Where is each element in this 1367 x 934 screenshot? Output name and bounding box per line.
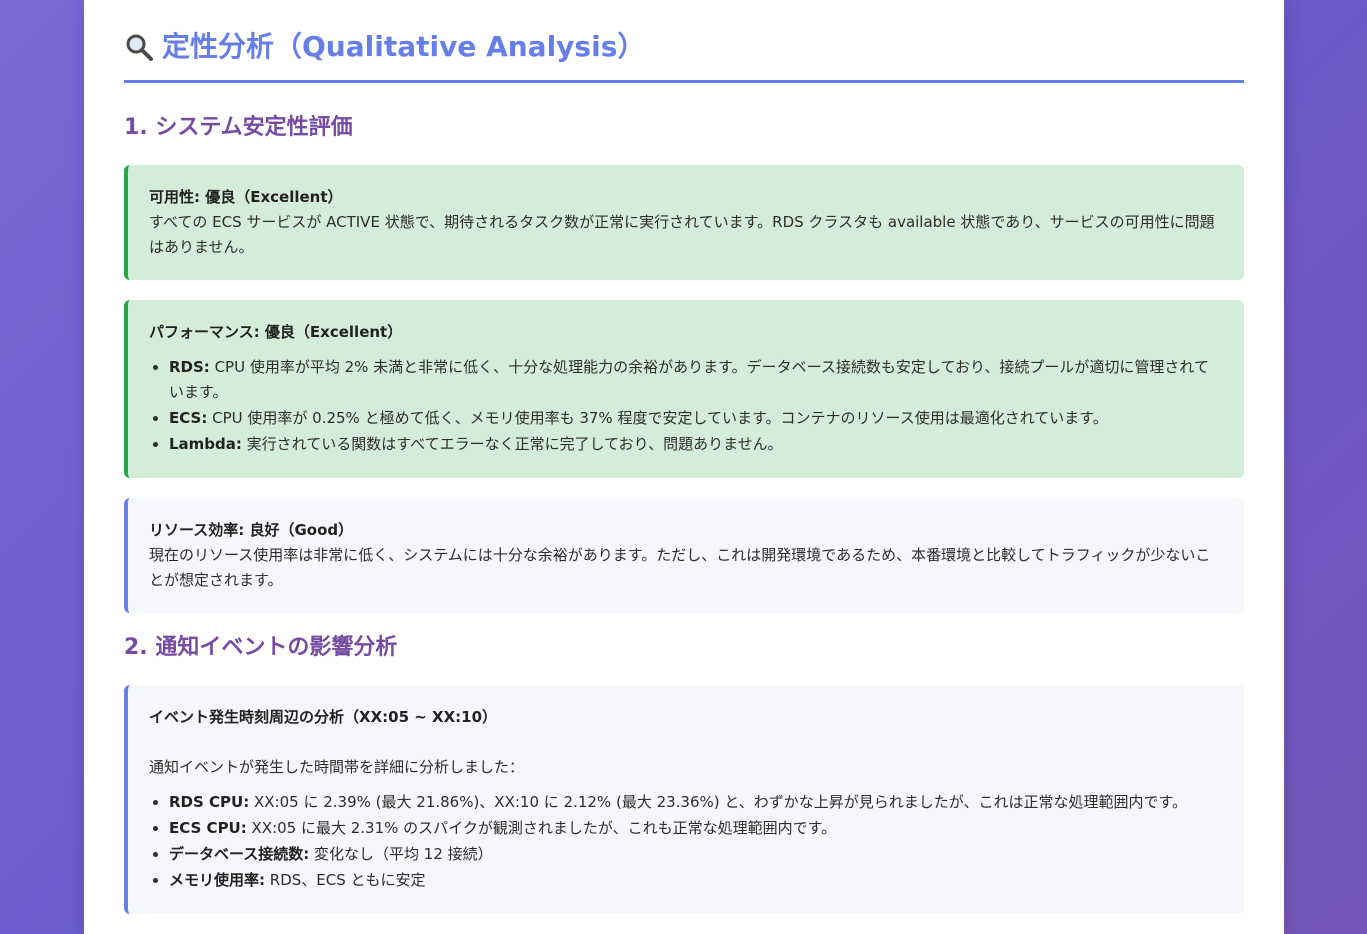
item-text: CPU 使用率が平均 2% 未満と非常に低く、十分な処理能力の余裕があります。デ… <box>169 358 1209 401</box>
list-item: ECS: CPU 使用率が 0.25% と極めて低く、メモリ使用率も 37% 程… <box>169 406 1222 431</box>
efficiency-text: 現在のリソース使用率は非常に低く、システムには十分な余裕があります。ただし、これ… <box>149 546 1211 589</box>
availability-text: すべての ECS サービスが ACTIVE 状態で、期待されるタスク数が正常に実… <box>149 213 1215 256</box>
report-content: 定性分析（Qualitative Analysis） 1. システム安定性評価 … <box>84 0 1284 914</box>
section-2-heading: 2. 通知イベントの影響分析 <box>124 635 398 660</box>
item-label: メモリ使用率: <box>169 871 265 889</box>
report-page: 定性分析（Qualitative Analysis） 1. システム安定性評価 … <box>84 0 1284 934</box>
item-text: XX:05 に最大 2.31% のスパイクが観測されましたが、これも正常な処理範… <box>246 819 837 837</box>
list-item: メモリ使用率: RDS、ECS ともに安定 <box>169 868 1222 893</box>
item-label: ECS: <box>169 409 208 427</box>
availability-card: 可用性: 優良（Excellent） すべての ECS サービスが ACTIVE… <box>124 165 1244 280</box>
item-label: ECS CPU: <box>169 819 247 837</box>
list-item: RDS: CPU 使用率が平均 2% 未満と非常に低く、十分な処理能力の余裕があ… <box>169 355 1222 405</box>
page-title-text: 定性分析（Qualitative Analysis） <box>162 30 646 63</box>
item-label: Lambda: <box>169 435 242 453</box>
availability-title: 可用性: 優良（Excellent） <box>149 188 343 206</box>
performance-card: パフォーマンス: 優良（Excellent） RDS: CPU 使用率が平均 2… <box>124 300 1244 478</box>
performance-title: パフォーマンス: 優良（Excellent） <box>149 323 403 341</box>
item-text: XX:05 に 2.39% (最大 21.86%)、XX:10 に 2.12% … <box>249 793 1187 811</box>
item-label: データベース接続数: <box>169 845 310 863</box>
list-item: RDS CPU: XX:05 に 2.39% (最大 21.86%)、XX:10… <box>169 790 1222 815</box>
item-text: 変化なし（平均 12 接続） <box>309 845 493 863</box>
performance-list: RDS: CPU 使用率が平均 2% 未満と非常に低く、十分な処理能力の余裕があ… <box>149 355 1222 457</box>
list-item: データベース接続数: 変化なし（平均 12 接続） <box>169 842 1222 867</box>
event-intro: 通知イベントが発生した時間帯を詳細に分析しました： <box>149 758 525 776</box>
efficiency-title: リソース効率: 良好（Good） <box>149 521 354 539</box>
item-text: CPU 使用率が 0.25% と極めて低く、メモリ使用率も 37% 程度で安定し… <box>207 409 1108 427</box>
item-text: 実行されている関数はすべてエラーなく正常に完了しており、問題ありません。 <box>241 435 783 453</box>
event-list: RDS CPU: XX:05 に 2.39% (最大 21.86%)、XX:10… <box>149 790 1222 893</box>
event-analysis-card: イベント発生時刻周辺の分析（XX:05 ~ XX:10） 通知イベントが発生した… <box>124 685 1244 914</box>
efficiency-card: リソース効率: 良好（Good） 現在のリソース使用率は非常に低く、システムには… <box>124 498 1244 613</box>
item-label: RDS: <box>169 358 210 376</box>
page-title: 定性分析（Qualitative Analysis） <box>124 28 1244 83</box>
item-label: RDS CPU: <box>169 793 250 811</box>
list-item: ECS CPU: XX:05 に最大 2.31% のスパイクが観測されましたが、… <box>169 816 1222 841</box>
list-item: Lambda: 実行されている関数はすべてエラーなく正常に完了しており、問題あり… <box>169 432 1222 457</box>
magnifier-icon <box>124 32 154 62</box>
item-text: RDS、ECS ともに安定 <box>265 871 426 889</box>
section-1-heading: 1. システム安定性評価 <box>124 115 353 140</box>
event-title: イベント発生時刻周辺の分析（XX:05 ~ XX:10） <box>149 708 498 726</box>
